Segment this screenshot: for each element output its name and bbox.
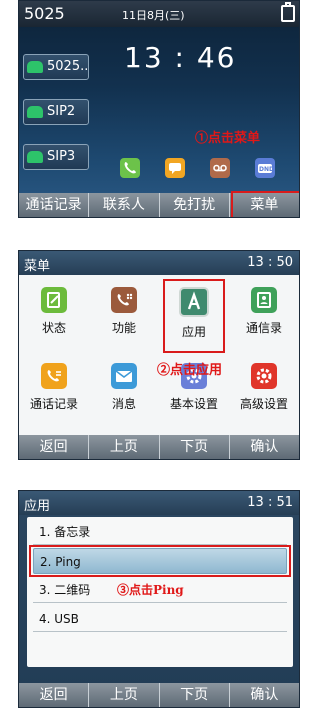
page-title: 应用 bbox=[24, 499, 51, 514]
title-bar: 菜单 13 : 50 bbox=[19, 251, 299, 275]
page-title: 菜单 bbox=[24, 259, 51, 274]
step1-annotation: ①点击菜单 bbox=[195, 131, 261, 146]
tile-label: 功能 bbox=[111, 321, 136, 335]
step2-annotation: ②点击应用 bbox=[157, 363, 223, 378]
phone-icon[interactable] bbox=[120, 158, 140, 178]
softkey-bar: 返回 上页 下页 确认 bbox=[19, 435, 299, 459]
handset-icon bbox=[27, 151, 43, 163]
dnd-text: DND bbox=[259, 166, 274, 173]
tile-label: 状态 bbox=[41, 321, 66, 335]
desk-phone-icon bbox=[281, 2, 295, 22]
softkey-back[interactable]: 返回 bbox=[19, 435, 90, 459]
ping-highlight-box bbox=[29, 545, 291, 577]
title-bar: 应用 13 : 51 bbox=[19, 491, 299, 515]
line-key-label: SIP2 bbox=[47, 104, 76, 119]
tile-directory[interactable]: 通信录 bbox=[229, 287, 299, 336]
status-bar: 5025 11日8月(三) bbox=[19, 1, 299, 27]
features-icon bbox=[111, 287, 137, 313]
line-key-label: SIP3 bbox=[47, 149, 76, 164]
history-icon bbox=[41, 363, 67, 389]
tile-messages[interactable]: 消息 bbox=[89, 363, 159, 412]
directory-icon bbox=[251, 287, 277, 313]
status-icon bbox=[41, 287, 67, 313]
handset-icon bbox=[27, 61, 43, 73]
applications-screen: 应用 13 : 51 1. 备忘录 2. Ping 3. 二维码 4. USB … bbox=[18, 490, 300, 708]
softkey-ok[interactable]: 确认 bbox=[230, 435, 299, 459]
account-label: 5025 bbox=[24, 4, 65, 23]
line-key-3[interactable]: SIP3 bbox=[23, 144, 89, 170]
message-icon[interactable] bbox=[165, 158, 185, 178]
tile-label: 基本设置 bbox=[169, 397, 218, 411]
tile-history[interactable]: 通话记录 bbox=[19, 363, 89, 412]
clock: 13 : 46 bbox=[124, 41, 237, 74]
tile-label: 消息 bbox=[111, 397, 136, 411]
softkey-directory[interactable]: 联系人 bbox=[89, 193, 160, 217]
handset-icon bbox=[27, 106, 43, 118]
app-list: 1. 备忘录 2. Ping 3. 二维码 4. USB ③点击Ping bbox=[27, 517, 293, 667]
tile-advanced-settings[interactable]: 高级设置 bbox=[229, 363, 299, 412]
idle-screen: 5025 11日8月(三) 13 : 46 5025.. SIP2 SIP3 ①… bbox=[18, 0, 300, 218]
softkey-next-page[interactable]: 下页 bbox=[160, 435, 230, 459]
message-icon bbox=[111, 363, 137, 389]
voicemail-icon[interactable] bbox=[210, 158, 230, 178]
applications-highlight-box bbox=[163, 279, 225, 353]
tile-status[interactable]: 状态 bbox=[19, 287, 89, 336]
softkey-back[interactable]: 返回 bbox=[19, 683, 90, 707]
softkey-prev-page[interactable]: 上页 bbox=[89, 435, 160, 459]
softkey-history[interactable]: 通话记录 bbox=[19, 193, 90, 217]
time-label: 13 : 50 bbox=[247, 255, 293, 270]
tile-label: 通话记录 bbox=[29, 397, 78, 411]
dnd-icon[interactable]: DND bbox=[255, 158, 275, 178]
list-item-usb[interactable]: 4. USB bbox=[33, 606, 287, 632]
menu-highlight-box bbox=[231, 191, 299, 217]
tile-features[interactable]: 功能 bbox=[89, 287, 159, 336]
line-key-1[interactable]: 5025.. bbox=[23, 54, 89, 80]
time-label: 13 : 51 bbox=[247, 495, 293, 510]
menu-screen: 菜单 13 : 50 状态 功能 应用 通信录 通话记录 消息 基本设置 高级设… bbox=[18, 250, 300, 460]
tile-label: 通信录 bbox=[245, 321, 282, 335]
tile-label: 高级设置 bbox=[239, 397, 288, 411]
line-key-label: 5025.. bbox=[47, 59, 89, 74]
softkey-bar: 返回 上页 下页 确认 bbox=[19, 683, 299, 707]
softkey-dnd[interactable]: 免打扰 bbox=[160, 193, 230, 217]
date-label: 11日8月(三) bbox=[122, 9, 185, 22]
advanced-settings-icon bbox=[251, 363, 277, 389]
menu-grid: 状态 功能 应用 通信录 通话记录 消息 基本设置 高级设置 ②点击应用 bbox=[19, 275, 299, 437]
list-item-memo[interactable]: 1. 备忘录 bbox=[33, 519, 287, 545]
step3-annotation: ③点击Ping bbox=[117, 583, 184, 597]
softkey-next-page[interactable]: 下页 bbox=[160, 683, 230, 707]
softkey-ok[interactable]: 确认 bbox=[230, 683, 299, 707]
softkey-prev-page[interactable]: 上页 bbox=[89, 683, 160, 707]
line-key-2[interactable]: SIP2 bbox=[23, 99, 89, 125]
